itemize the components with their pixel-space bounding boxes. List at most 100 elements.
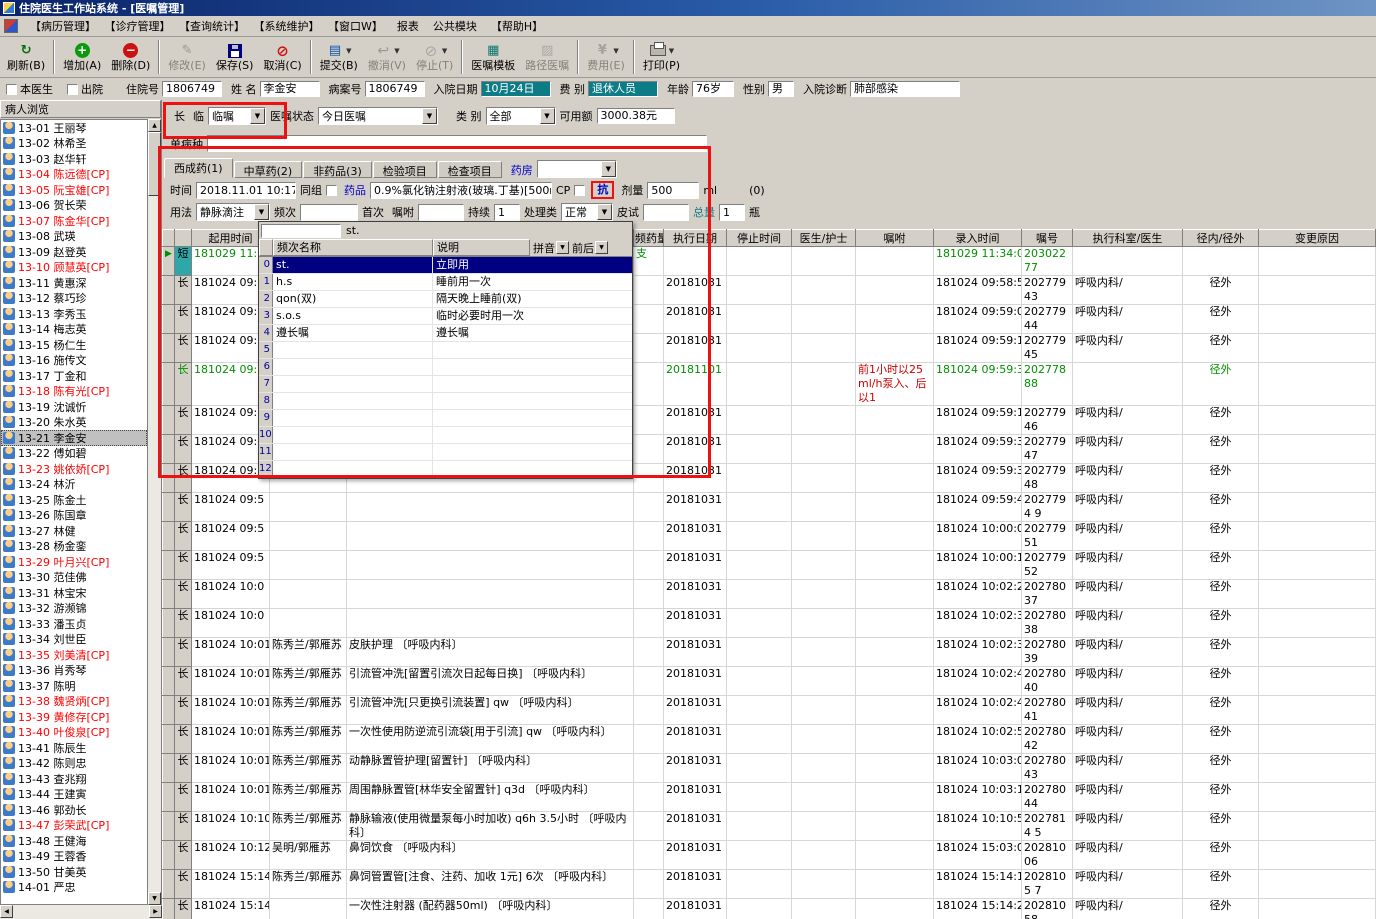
patient-list-item[interactable]: 13-38 魏贤炳[CP] [1,694,147,710]
frequency-option[interactable]: 2 qon(双) 隔天晚上睡前(双) [259,291,632,308]
patient-list-item[interactable]: 13-13 李秀玉 [1,306,147,322]
delete-button[interactable]: − 删除(D) [106,38,155,76]
modify-button[interactable]: ✎ 修改(E) [163,38,211,76]
chevron-down-icon[interactable]: ▼ [422,108,437,124]
frequency-desc-column-header[interactable]: 说明 [433,239,530,256]
order-row[interactable]: 长 181024 15:14 一次性注射器 (配药器50ml) 〔呼吸内科〕 2… [162,898,1376,919]
time-input[interactable]: 2018.11.01 10:17 [196,181,296,199]
antibiotic-button[interactable]: 抗 [591,181,615,199]
patient-list-item[interactable]: 13-33 潘玉贞 [1,616,147,632]
save-button[interactable]: 保存(S) [211,38,259,76]
column-header[interactable]: 嘱咐 [855,229,934,247]
menu-item[interactable]: 【帮助H】 [484,18,550,35]
front-back-control[interactable]: 前后 ▼ [572,239,608,256]
scroll-up-icon[interactable]: ▲ [148,119,161,132]
column-header[interactable]: 执行日期 [663,229,727,247]
drug-input[interactable]: 0.9%氯化钠注射液(玻璃.丁基)[500ml] [370,181,552,199]
patient-list-item[interactable]: 13-44 王建寅 [1,787,147,803]
order-row[interactable]: 长 181024 10:01 陈秀兰/郭雁苏 动静脉置管护理[留置针] 〔呼吸内… [162,753,1376,783]
frequency-name-column-header[interactable]: 频次名称 [273,239,433,256]
single-disease-input[interactable] [207,135,707,152]
frequency-option[interactable]: 0 st. 立即用 [259,257,632,274]
patient-list-item[interactable]: 13-48 王健海 [1,833,147,849]
patient-list-item[interactable]: 13-29 叶月兴[CP] [1,554,147,570]
patient-list-item[interactable]: 13-21 李金安 [1,430,147,446]
patient-list-item[interactable]: 13-27 林健 [1,523,147,539]
menu-item[interactable]: 公共模块 [426,18,484,35]
chevron-down-icon[interactable]: ▼ [254,204,269,220]
frequency-input[interactable] [300,203,358,221]
frequency-option[interactable]: 3 s.o.s 临时必要时用一次 [259,308,632,325]
patient-list-item[interactable]: 13-24 林沂 [1,477,147,493]
menu-item[interactable]: 【系统维护】 [252,18,327,35]
order-row[interactable]: 长 181024 10:01 陈秀兰/郭雁苏 引流管冲洗[留置引流次日起每日换]… [162,666,1376,696]
patient-list-item[interactable]: 13-06 贺长荣 [1,198,147,214]
patient-list-item[interactable]: 13-34 刘世臣 [1,632,147,648]
frequency-search-input[interactable] [261,223,341,238]
frequency-option[interactable]: 8 [259,393,632,410]
tab-lab-items[interactable]: 检验项目 [372,161,437,178]
frequency-option[interactable]: 7 [259,376,632,393]
patient-list-item[interactable]: 13-02 林希圣 [1,136,147,152]
order-row[interactable]: 长 181024 10:10 陈秀兰/郭雁苏 静脉输液(使用微量泵每小时加收) … [162,811,1376,841]
patient-list-item[interactable]: 13-20 朱水英 [1,415,147,431]
scroll-right-icon[interactable]: ▶ [149,905,162,918]
patient-list-item[interactable]: 13-31 林宝宋 [1,585,147,601]
handle-type-combobox[interactable]: 正常 ▼ [561,203,613,221]
column-header[interactable]: 频药量 [633,229,664,247]
frequency-option[interactable]: 9 [259,410,632,427]
chevron-down-icon[interactable]: ▼ [539,108,555,124]
order-row[interactable]: 长 181024 10:01 陈秀兰/郭雁苏 周围静脉置管[林华安全留置针] q… [162,782,1376,812]
patient-list-item[interactable]: 13-07 陈金华[CP] [1,213,147,229]
order-row[interactable]: 长 181024 15:14 陈秀兰/郭雁苏 鼻饲管置管[注食、注药、加收 1元… [162,869,1376,899]
patient-list-item[interactable]: 14-01 严忠 [1,880,147,896]
order-row[interactable]: 长 181024 10:0 20181031 181024 10:02:23 2… [162,579,1376,609]
order-row[interactable]: 长 181024 10:01 陈秀兰/郭雁苏 皮肤护理 〔呼吸内科〕 20181… [162,637,1376,667]
fee-button[interactable]: ¥ ▼ 费用(E) [582,38,630,76]
patient-list-item[interactable]: 13-40 叶俊泉[CP] [1,725,147,741]
patient-list-item[interactable]: 13-19 沈诚忻 [1,399,147,415]
order-template-button[interactable]: ▦ 医嘱模板 [466,38,520,76]
column-header[interactable]: 医生/护士 [791,229,856,247]
menu-item[interactable]: 【查询统计】 [178,18,253,35]
frequency-option[interactable]: 10 [259,427,632,444]
patient-list-item[interactable]: 13-05 阮宝雄[CP] [1,182,147,198]
skin-test-input[interactable] [643,203,689,221]
frequency-option[interactable]: 11 [259,444,632,461]
patient-list-item[interactable]: 13-10 顾慧英[CP] [1,260,147,276]
order-row[interactable]: 长 181024 10:0 20181031 181024 10:02:32 2… [162,608,1376,638]
submit-dropdown-arrow[interactable]: ▼ [346,47,351,55]
menu-item[interactable]: 报表 [390,18,426,35]
chevron-down-icon[interactable]: ▼ [556,241,569,254]
stop-button[interactable]: ⊘ ▼ 停止(T) [411,38,458,76]
order-status-combobox[interactable]: 今日医嘱 ▼ [318,107,438,125]
order-row[interactable]: 长 181024 10:01 陈秀兰/郭雁苏 引流管冲洗[只更换引流装置] qw… [162,695,1376,725]
dose-input[interactable]: 500 [647,181,700,199]
add-button[interactable]: + 增加(A) [58,38,106,76]
total-input[interactable]: 1 [719,203,745,221]
patient-list-item[interactable]: 13-28 杨金銮 [1,539,147,555]
cp-checkbox[interactable] [574,184,586,196]
duration-input[interactable]: 1 [494,203,520,221]
undo-dropdown-arrow[interactable]: ▼ [394,47,399,55]
column-header[interactable] [174,229,192,247]
stop-dropdown-arrow[interactable]: ▼ [442,47,447,55]
chevron-down-icon[interactable]: ▼ [250,108,265,124]
patient-list-item[interactable]: 13-32 游濒锦 [1,601,147,617]
patient-list-item[interactable]: 13-17 丁金和 [1,368,147,384]
chevron-down-icon[interactable]: ▼ [600,161,616,177]
order-row[interactable]: 长 181024 09:5 20181031 181024 09:59:45 2… [162,492,1376,522]
class-combobox[interactable]: 全部 ▼ [485,107,556,125]
patient-list-item[interactable]: 13-22 傅如碧 [1,446,147,462]
frequency-option[interactable]: 4 遵长嘱 遵长嘱 [259,325,632,342]
patient-list-item[interactable]: 13-50 甘美英 [1,864,147,880]
patient-list-item[interactable]: 13-08 武瑛 [1,229,147,245]
column-header[interactable]: 停止时间 [726,229,792,247]
patient-list-item[interactable]: 13-15 杨仁生 [1,337,147,353]
patient-list-item[interactable]: 13-41 陈辰生 [1,740,147,756]
frequency-option[interactable]: 6 [259,359,632,376]
menu-item[interactable]: 【诊疗管理】 [103,18,178,35]
patient-list-item[interactable]: 13-42 陈则忠 [1,756,147,772]
print-dropdown-arrow[interactable]: ▼ [669,47,674,55]
frequency-option[interactable]: 1 h.s 睡前用一次 [259,274,632,291]
